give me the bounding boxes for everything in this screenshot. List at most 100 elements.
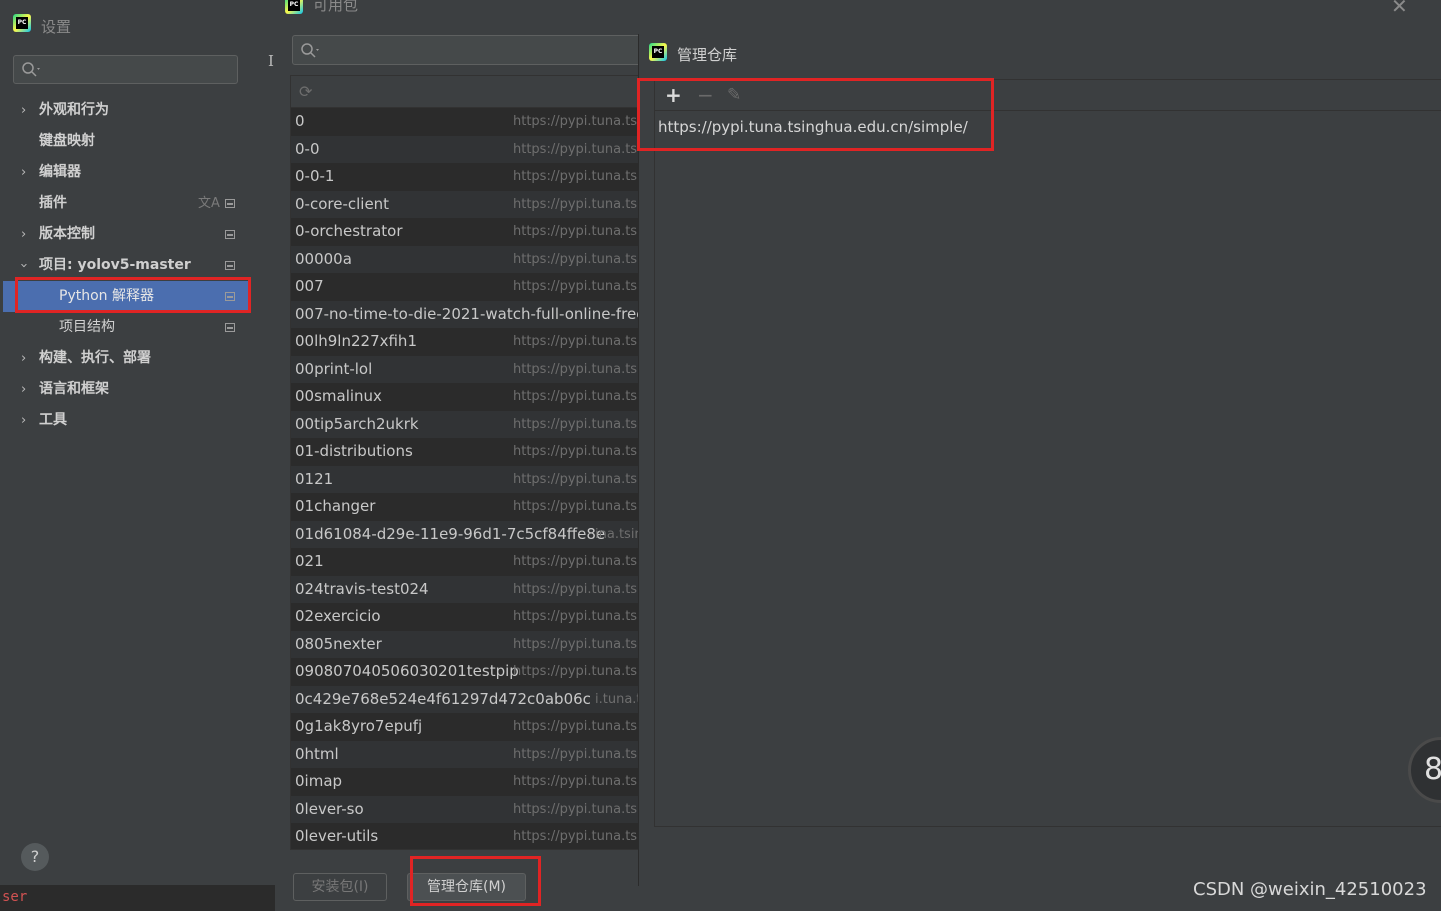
tree-item-label: 项目结构 (59, 319, 115, 335)
package-repository: https://pypi.tuna.tsinghua.edu.cn/simple… (513, 196, 639, 212)
badge-text: 8 (1424, 752, 1441, 787)
package-row[interactable]: 0 https://pypi.tuna.tsinghua.edu.cn/simpl… (291, 108, 639, 136)
tree-item-tools[interactable]: › 工具 (3, 405, 248, 436)
package-row[interactable]: 0lever-utils https://pypi.tuna.tsinghua.e… (291, 823, 639, 849)
package-name: 090807040506030201testpip (295, 662, 519, 680)
chevron-right-icon: › (21, 351, 27, 366)
package-repository: https://pypi.tuna.tsinghua.edu.cn/simple… (513, 801, 639, 817)
package-repository: https://pypi.tuna.tsinghua.edu.cn/simple… (513, 746, 639, 762)
package-name: 0 (295, 112, 305, 130)
package-row[interactable]: 0805nexter https://pypi.tuna.tsinghua.edu… (291, 630, 639, 658)
package-row[interactable]: 0121 https://pypi.tuna.tsinghua.edu.cn/si… (291, 465, 639, 493)
tree-item-label: 插件 (39, 195, 67, 211)
package-name: 02exercicio (295, 607, 381, 625)
package-row[interactable]: 01-distributions https://pypi.tuna.tsingh… (291, 438, 639, 466)
package-row[interactable]: 0-0-1 https://pypi.tuna.tsinghua.edu.cn/s… (291, 163, 639, 191)
package-name: 0c429e768e524e4f61297d472c0ab06c (295, 689, 591, 708)
available-title: 可用包 (313, 0, 359, 14)
chevron-right-icon: › (21, 165, 27, 180)
tree-item-editor[interactable]: › 编辑器 (3, 157, 248, 188)
chevron-right-icon: › (21, 413, 27, 428)
tree-item-keymap[interactable]: 键盘映射 (3, 126, 248, 157)
package-name: 0121 (295, 469, 334, 488)
refresh-icon[interactable]: ⟳ (299, 82, 312, 101)
package-name: 00smalinux (295, 387, 382, 405)
install-package-button[interactable]: 安装包(I) (293, 873, 387, 901)
tree-item-label: 语言和框架 (39, 381, 109, 397)
package-row[interactable]: 00lh9ln227xfih1 https://pypi.tuna.tsinghu… (291, 328, 639, 356)
tree-item-plugins[interactable]: 插件 文A (3, 188, 248, 219)
package-row[interactable]: 00print-lol https://pypi.tuna.tsinghua.ed… (291, 355, 639, 383)
tree-item-label: 版本控制 (39, 226, 95, 242)
package-name: 00print-lol (295, 359, 373, 378)
package-name: 01-distributions (295, 442, 413, 460)
translate-icon: 文A (198, 196, 220, 211)
package-row[interactable]: 0-core-client https://pypi.tuna.tsinghua.… (291, 190, 639, 218)
tree-item-appearance[interactable]: › 外观和行为 (3, 95, 248, 126)
package-repository: https://pypi.tuna.tsinghua.edu.cn/simple… (513, 279, 639, 294)
package-repository: https://pypi.tuna.tsinghua.edu.cn/simple… (513, 499, 639, 514)
tree-item-build[interactable]: › 构建、执行、部署 (3, 343, 248, 374)
package-row[interactable]: 0-orchestrator https://pypi.tuna.tsinghua… (291, 218, 639, 246)
package-row[interactable]: 007-no-time-to-die-2021-watch-full-onlin… (291, 300, 640, 328)
package-name: 01d61084-d29e-11e9-96d1-7c5cf84ffe8e (295, 524, 606, 543)
chevron-down-icon: › (16, 262, 32, 269)
repositories-panel: + − ✎ https://pypi.tuna.tsinghua.edu.cn/… (654, 79, 1441, 827)
package-repository: https://pypi.tuna.tsinghua.edu.cn/simple… (513, 829, 639, 844)
package-row[interactable]: 024travis-test024 https://pypi.tuna.tsing… (291, 575, 639, 603)
search-icon (22, 62, 40, 77)
package-row[interactable]: 00tip5arch2ukrk https://pypi.tuna.tsinghu… (291, 410, 639, 438)
tree-item-project-structure[interactable]: 项目结构 (3, 312, 248, 343)
package-repository: https://pypi.tuna.tsinghua.edu.cn/simple… (513, 719, 639, 734)
package-row[interactable]: 090807040506030201testpip https://pypi.tu… (291, 658, 639, 686)
tree-item-label: 外观和行为 (39, 102, 109, 118)
package-row[interactable]: 0html https://pypi.tuna.tsinghua.edu.cn/s… (291, 740, 639, 768)
close-icon[interactable]: ✕ (1391, 0, 1408, 18)
settings-search-input[interactable] (13, 55, 238, 84)
package-row[interactable]: 0g1ak8yro7epufj https://pypi.tuna.tsinghu… (291, 713, 639, 741)
chevron-right-icon: › (21, 382, 27, 397)
chevron-right-icon: › (21, 103, 27, 118)
package-name: 00tip5arch2ukrk (295, 414, 419, 433)
console-strip: ser (0, 885, 275, 911)
package-row[interactable]: 0imap https://pypi.tuna.tsinghua.edu.cn/s… (291, 768, 639, 796)
package-row[interactable]: 0lever-so https://pypi.tuna.tsinghua.edu.… (291, 795, 639, 823)
package-repository: https://pypi.tuna.tsinghua.edu.cn/simple… (513, 224, 639, 239)
package-name: 0-0-1 (295, 167, 335, 185)
package-repository: i.tuna.tsinghua.edu.cn/simple/ (595, 691, 639, 707)
highlight-box-repositories (637, 78, 994, 151)
package-name: 0-orchestrator (295, 222, 403, 240)
highlight-box-interpreter (15, 277, 251, 313)
package-row[interactable]: 007 https://pypi.tuna.tsinghua.edu.cn/sim… (291, 273, 639, 301)
package-name: 0html (295, 744, 339, 763)
console-text: ser (2, 889, 28, 905)
project-scope-icon (225, 261, 235, 270)
package-row[interactable]: 0-0 https://pypi.tuna.tsinghua.edu.cn/sim… (291, 135, 639, 163)
package-search-input[interactable] (292, 35, 642, 65)
package-name: 007-no-time-to-die-2021-watch-full-onlin… (295, 304, 640, 323)
package-name: 0lever-so (295, 799, 364, 818)
package-list[interactable]: ⟳ 0 https://pypi.tuna.tsinghua.edu.cn/sim… (290, 75, 640, 850)
package-row[interactable]: 0c429e768e524e4f61297d472c0ab06ci.tuna.t… (291, 685, 639, 713)
package-row[interactable]: 021 https://pypi.tuna.tsinghua.edu.cn/sim… (291, 548, 639, 576)
package-row[interactable]: 00smalinux https://pypi.tuna.tsinghua.edu… (291, 383, 639, 411)
cut-label: I (268, 52, 274, 70)
package-row[interactable]: 00000a https://pypi.tuna.tsinghua.edu.cn/… (291, 245, 639, 273)
project-scope-icon (225, 199, 235, 208)
package-row[interactable]: 01changer https://pypi.tuna.tsinghua.edu.… (291, 493, 639, 521)
tree-item-vcs[interactable]: › 版本控制 (3, 219, 248, 250)
tree-item-languages[interactable]: › 语言和框架 (3, 374, 248, 405)
package-name: 0g1ak8yro7epufj (295, 717, 423, 735)
watermark: CSDN @weixin_42510023 (1193, 879, 1427, 900)
help-button[interactable]: ? (21, 843, 49, 871)
package-name: 021 (295, 552, 324, 570)
package-row[interactable]: 01d61084-d29e-11e9-96d1-7c5cf84ffe8e ina.… (291, 520, 639, 548)
pycharm-logo-icon (285, 0, 303, 14)
package-repository: https://pypi.tuna.tsinghua.edu.cn/simple… (513, 141, 639, 157)
package-row[interactable]: 02exercicio https://pypi.tuna.tsinghua.ed… (291, 603, 639, 631)
tree-item-label: 工具 (39, 412, 67, 428)
package-repository: https://pypi.tuna.tsinghua.edu.cn/simple… (513, 169, 639, 184)
package-repository: https://pypi.tuna.tsinghua.edu.cn/simple… (513, 251, 639, 267)
package-name: 01changer (295, 497, 376, 515)
highlight-box-manage-button (410, 856, 541, 906)
